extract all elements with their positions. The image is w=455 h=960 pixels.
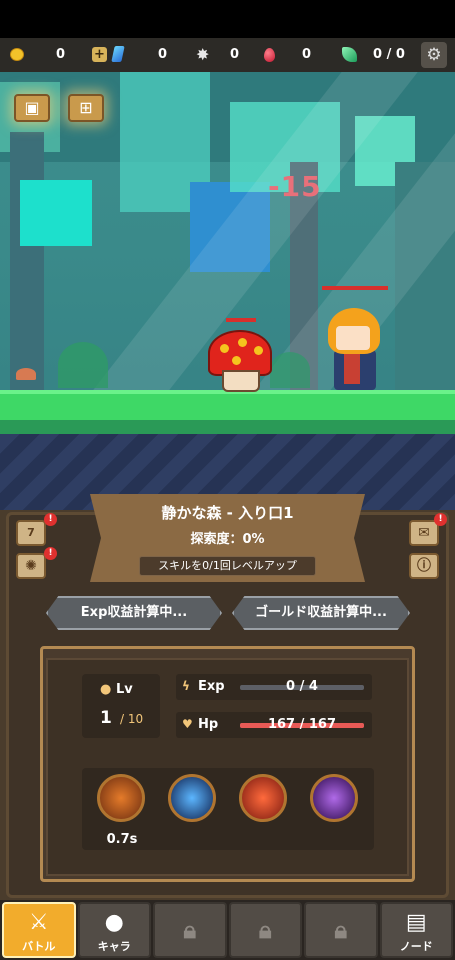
exp-label: Exp bbox=[198, 679, 225, 694]
skill-levelup-label[interactable]: スキルを0/1回レベルアップ bbox=[139, 556, 316, 576]
tab-chara-label: キャラ bbox=[97, 940, 131, 953]
tree-foliage bbox=[20, 180, 92, 246]
gold-income-button[interactable]: ゴールド収益計算中... bbox=[232, 596, 410, 630]
mailbox-icon: ▣ bbox=[24, 98, 40, 117]
tab-battle[interactable]: ⚔ バトル bbox=[2, 902, 76, 958]
skill-fire-icon[interactable] bbox=[97, 774, 145, 822]
person-icon: ● bbox=[100, 682, 112, 697]
star-icon: ✸ bbox=[196, 45, 210, 64]
bottom-nav: ⚔ バトル ● キャラ 🔒︎ 🔒︎ 🔒︎ ▤ ノード bbox=[0, 900, 455, 960]
hp-label: Hp bbox=[198, 717, 219, 732]
tab-locked-3[interactable]: 🔒︎ bbox=[304, 902, 378, 958]
level-box: ● Lv 1 / 10 bbox=[82, 674, 160, 738]
gem-icon bbox=[111, 46, 125, 62]
fern-plant bbox=[58, 342, 108, 388]
gold-count: 0 bbox=[56, 47, 66, 62]
exp-income-button[interactable]: Exp収益計算中... bbox=[46, 596, 222, 630]
tab-note-label: ノード bbox=[399, 940, 433, 953]
exp-row: ϟ Exp 0 / 4 bbox=[176, 674, 372, 700]
fern-plant bbox=[270, 352, 310, 388]
person-icon: ● bbox=[104, 910, 124, 935]
lock-icon: 🔒︎ bbox=[334, 916, 348, 944]
skill-wind-icon[interactable] bbox=[168, 774, 216, 822]
roulette-icon: ✺ bbox=[25, 558, 37, 574]
level-value: 1 bbox=[100, 708, 112, 728]
level-label: Lv bbox=[116, 682, 133, 697]
ruby-count: 0 bbox=[302, 47, 312, 62]
calendar-icon: 7 bbox=[27, 526, 35, 539]
mushroom-enemy-body bbox=[222, 370, 260, 392]
small-mushroom bbox=[16, 368, 36, 380]
explore-progress: 探索度：0% bbox=[190, 532, 265, 547]
lock-icon: 🔒︎ bbox=[258, 916, 272, 944]
tab-locked-1[interactable]: 🔒︎ bbox=[153, 902, 227, 958]
hero-hp-bar bbox=[322, 286, 388, 290]
leaf-count: 0 / 0 bbox=[373, 47, 405, 62]
leaf-icon bbox=[342, 47, 357, 62]
mail-button[interactable]: ✉ bbox=[409, 520, 439, 546]
enemy-hp-bar bbox=[226, 318, 256, 322]
gift-icon: ⊞ bbox=[79, 98, 93, 117]
tab-locked-2[interactable]: 🔒︎ bbox=[228, 902, 302, 958]
gold-coin-icon bbox=[10, 48, 24, 61]
grass-edge bbox=[0, 420, 455, 434]
hp-row: ♥ Hp 167 / 167 bbox=[176, 712, 372, 738]
hero-face bbox=[336, 326, 370, 350]
tree-trunk bbox=[10, 132, 44, 392]
hp-value: 167 / 167 bbox=[267, 717, 337, 732]
info-button[interactable]: ⓘ bbox=[409, 553, 439, 579]
gem-count: 0 bbox=[158, 47, 168, 62]
level-max: / 10 bbox=[120, 712, 144, 726]
heart-icon: ♥ bbox=[182, 717, 193, 731]
gift-button[interactable]: ⊞ bbox=[68, 94, 104, 122]
calendar-button[interactable]: 7 bbox=[16, 520, 46, 546]
star-count: 0 bbox=[230, 47, 240, 62]
tab-note[interactable]: ▤ ノード bbox=[379, 902, 453, 958]
battle-scene: -15 bbox=[0, 72, 455, 510]
gem-resource[interactable]: + bbox=[92, 46, 125, 62]
gold-resource bbox=[10, 48, 24, 61]
mailbox-button[interactable]: ▣ bbox=[14, 94, 50, 122]
sword-icon: ⚔ bbox=[28, 910, 49, 935]
roulette-button[interactable]: ✺ bbox=[16, 553, 46, 579]
ruby-icon bbox=[264, 48, 275, 62]
mail-icon: ✉ bbox=[418, 525, 430, 541]
tab-battle-label: バトル bbox=[22, 940, 56, 953]
calendar-alert-badge: ! bbox=[44, 513, 57, 526]
mail-alert-badge: ! bbox=[434, 513, 447, 526]
grass-ground bbox=[0, 390, 455, 420]
skill-cooldown: 0.7s bbox=[106, 832, 138, 847]
book-icon: ▤ bbox=[405, 910, 427, 935]
settings-gear-icon[interactable]: ⚙ bbox=[421, 42, 447, 68]
resource-bar: 0 + 0 ✸ 0 0 0 / 0 ⚙ bbox=[0, 38, 455, 72]
exp-value: 0 / 4 bbox=[286, 679, 318, 694]
hero-tunic bbox=[344, 350, 360, 384]
skill-vortex-icon[interactable] bbox=[310, 774, 358, 822]
lightning-icon: ϟ bbox=[182, 679, 190, 693]
info-icon: ⓘ bbox=[417, 558, 431, 574]
tab-chara[interactable]: ● キャラ bbox=[77, 902, 151, 958]
skill-flame-icon[interactable] bbox=[239, 774, 287, 822]
roulette-alert-badge: ! bbox=[44, 547, 57, 560]
damage-number: -15 bbox=[268, 170, 322, 203]
stage-title: 静かな森 - 入り口1 bbox=[161, 504, 294, 522]
add-gem-button[interactable]: + bbox=[92, 46, 107, 62]
lock-icon: 🔒︎ bbox=[183, 916, 197, 944]
